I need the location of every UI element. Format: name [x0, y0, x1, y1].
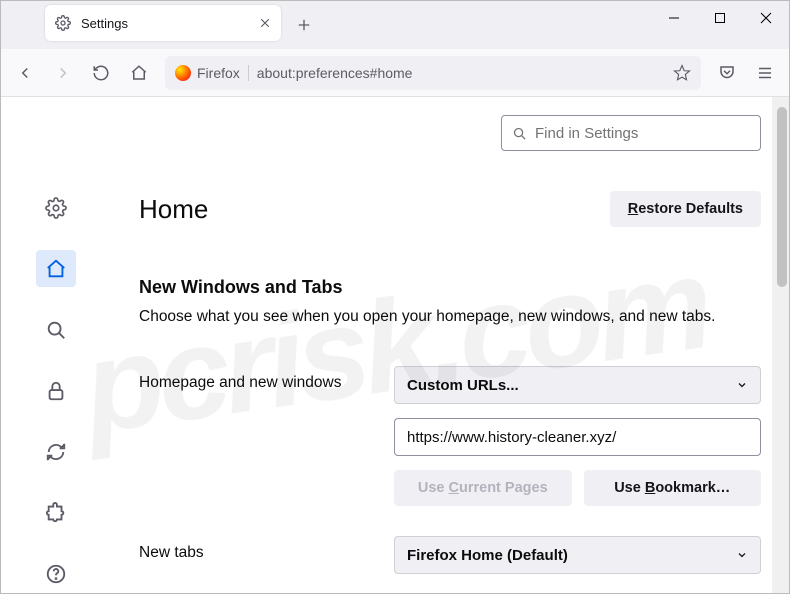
restore-defaults-button[interactable]: Restore Defaults — [610, 191, 761, 227]
close-icon[interactable] — [259, 17, 271, 29]
homepage-row: Homepage and new windows Custom URLs... … — [139, 366, 761, 506]
chevron-down-icon — [736, 379, 748, 391]
sidebar-home[interactable] — [36, 250, 76, 287]
urlbar-brand-label: Firefox — [197, 65, 240, 81]
newtabs-row: New tabs Firefox Home (Default) — [139, 536, 761, 574]
section-desc: Choose what you see when you open your h… — [139, 308, 761, 326]
sidebar-extensions[interactable] — [36, 495, 76, 532]
newtabs-select[interactable]: Firefox Home (Default) — [394, 536, 761, 574]
use-bookmark-button[interactable]: Use Bookmark… — [584, 470, 762, 506]
reload-button[interactable] — [83, 55, 119, 91]
firefox-icon — [175, 65, 191, 81]
chevron-down-icon — [736, 549, 748, 561]
tab-title: Settings — [81, 16, 249, 31]
pocket-button[interactable] — [709, 55, 745, 91]
homepage-url-value: https://www.history-cleaner.xyz/ — [407, 429, 748, 446]
bookmark-star-icon[interactable] — [673, 64, 691, 82]
homepage-label: Homepage and new windows — [139, 366, 394, 392]
window-controls — [651, 1, 789, 41]
browser-window: Settings Firefox about:preferences#h — [0, 0, 790, 594]
homepage-mode-value: Custom URLs... — [407, 377, 519, 394]
urlbar-text: about:preferences#home — [257, 65, 665, 81]
sidebar-sync[interactable] — [36, 434, 76, 471]
browser-toolbar: Firefox about:preferences#home — [1, 49, 789, 97]
section-title: New Windows and Tabs — [139, 277, 761, 298]
tab-bar: Settings — [1, 1, 321, 49]
settings-sidebar — [1, 97, 111, 593]
maximize-button[interactable] — [697, 1, 743, 35]
sidebar-help[interactable] — [36, 556, 76, 593]
homepage-url-input[interactable]: https://www.history-cleaner.xyz/ — [394, 418, 761, 456]
sidebar-general[interactable] — [36, 189, 76, 226]
homepage-mode-select[interactable]: Custom URLs... — [394, 366, 761, 404]
browser-tab[interactable]: Settings — [45, 5, 281, 41]
scrollbar[interactable] — [772, 97, 789, 593]
page-title: Home — [139, 194, 208, 225]
window-close-button[interactable] — [743, 1, 789, 35]
gear-icon — [55, 15, 71, 31]
use-current-pages-button[interactable]: Use Current Pages — [394, 470, 572, 506]
minimize-button[interactable] — [651, 1, 697, 35]
settings-main[interactable]: Home Restore Defaults New Windows and Ta… — [111, 97, 789, 593]
newtabs-label: New tabs — [139, 536, 394, 562]
url-bar[interactable]: Firefox about:preferences#home — [165, 56, 701, 90]
titlebar: Settings — [1, 1, 789, 49]
find-in-settings[interactable] — [501, 115, 761, 151]
urlbar-identity: Firefox — [175, 65, 249, 81]
home-button[interactable] — [121, 55, 157, 91]
app-menu-button[interactable] — [747, 55, 783, 91]
back-button[interactable] — [7, 55, 43, 91]
forward-button[interactable] — [45, 55, 81, 91]
new-tab-button[interactable] — [287, 8, 321, 42]
search-icon — [512, 126, 527, 141]
sidebar-search[interactable] — [36, 311, 76, 348]
scroll-thumb[interactable] — [777, 107, 787, 287]
find-in-settings-input[interactable] — [535, 125, 750, 142]
newtabs-value: Firefox Home (Default) — [407, 547, 568, 564]
content-area: Home Restore Defaults New Windows and Ta… — [1, 97, 789, 593]
sidebar-privacy[interactable] — [36, 372, 76, 409]
